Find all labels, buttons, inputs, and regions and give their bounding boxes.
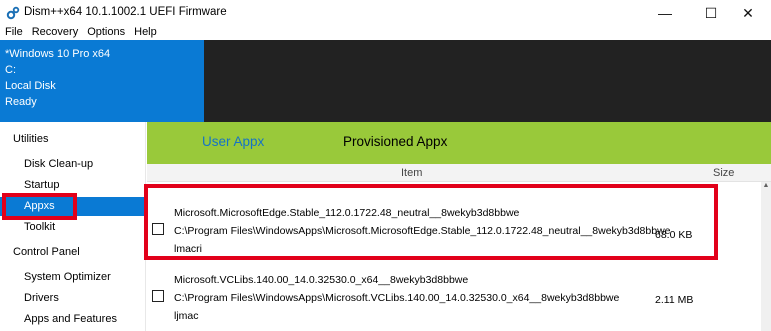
status-text: Ready [5, 96, 37, 108]
title-bar: Dism++x64 10.1.1002.1 UEFI Firmware — ☐ … [0, 0, 771, 26]
image-info-panel[interactable]: *Windows 10 Pro x64 C: Local Disk Ready [0, 40, 204, 122]
appx-path: C:\Program Files\WindowsApps\Microsoft.V… [174, 292, 620, 304]
tab-provisioned-appx[interactable]: Provisioned Appx [343, 134, 447, 149]
sidebar-item-startup[interactable]: Startup [24, 179, 59, 191]
sidebar-item-toolkit[interactable]: Toolkit [24, 221, 55, 233]
header-dark-area [204, 40, 771, 122]
list-column-header: Item Size [147, 164, 771, 182]
sidebar-section-control-panel[interactable]: Control Panel [13, 246, 80, 258]
column-size-header[interactable]: Size [713, 167, 734, 179]
sidebar-item-drivers[interactable]: Drivers [24, 292, 59, 304]
tab-user-appx[interactable]: User Appx [202, 134, 264, 149]
appx-user: ljmac [174, 310, 199, 322]
sidebar-item-system-optimizer[interactable]: System Optimizer [24, 271, 111, 283]
close-button[interactable]: ✕ [725, 0, 771, 26]
sidebar-item-apps-features[interactable]: Apps and Features [24, 313, 117, 325]
window-title: Dism++x64 10.1.1002.1 UEFI Firmware [24, 6, 227, 18]
sidebar [0, 122, 146, 331]
minimize-button[interactable]: — [642, 0, 688, 26]
sidebar-item-disk-cleanup[interactable]: Disk Clean-up [24, 158, 93, 170]
menu-help[interactable]: Help [134, 26, 157, 40]
appx-tabs-bar: User Appx Provisioned Appx [147, 122, 771, 164]
list-item[interactable]: Microsoft.VCLibs.140.00_14.0.32530.0_x64… [147, 266, 759, 330]
row-highlight-box [144, 184, 718, 260]
appxs-highlight-box [2, 193, 77, 220]
row-checkbox[interactable] [152, 290, 164, 302]
appx-name: Microsoft.VCLibs.140.00_14.0.32530.0_x64… [174, 274, 469, 286]
menu-file[interactable]: File [5, 26, 23, 40]
list-scrollbar[interactable] [761, 182, 771, 331]
menu-bar: File Recovery Options Help [0, 26, 771, 40]
menu-options[interactable]: Options [87, 26, 125, 40]
sidebar-section-utilities[interactable]: Utilities [13, 133, 48, 145]
disk-label: Local Disk [5, 80, 56, 92]
drive-letter: C: [5, 64, 16, 76]
gear-icon [6, 6, 20, 20]
menu-recovery[interactable]: Recovery [32, 26, 78, 40]
os-name: *Windows 10 Pro x64 [5, 48, 111, 60]
appx-size: 2.11 MB [655, 294, 694, 306]
column-item-header[interactable]: Item [401, 167, 422, 179]
scroll-up-icon[interactable]: ▲ [761, 182, 771, 194]
